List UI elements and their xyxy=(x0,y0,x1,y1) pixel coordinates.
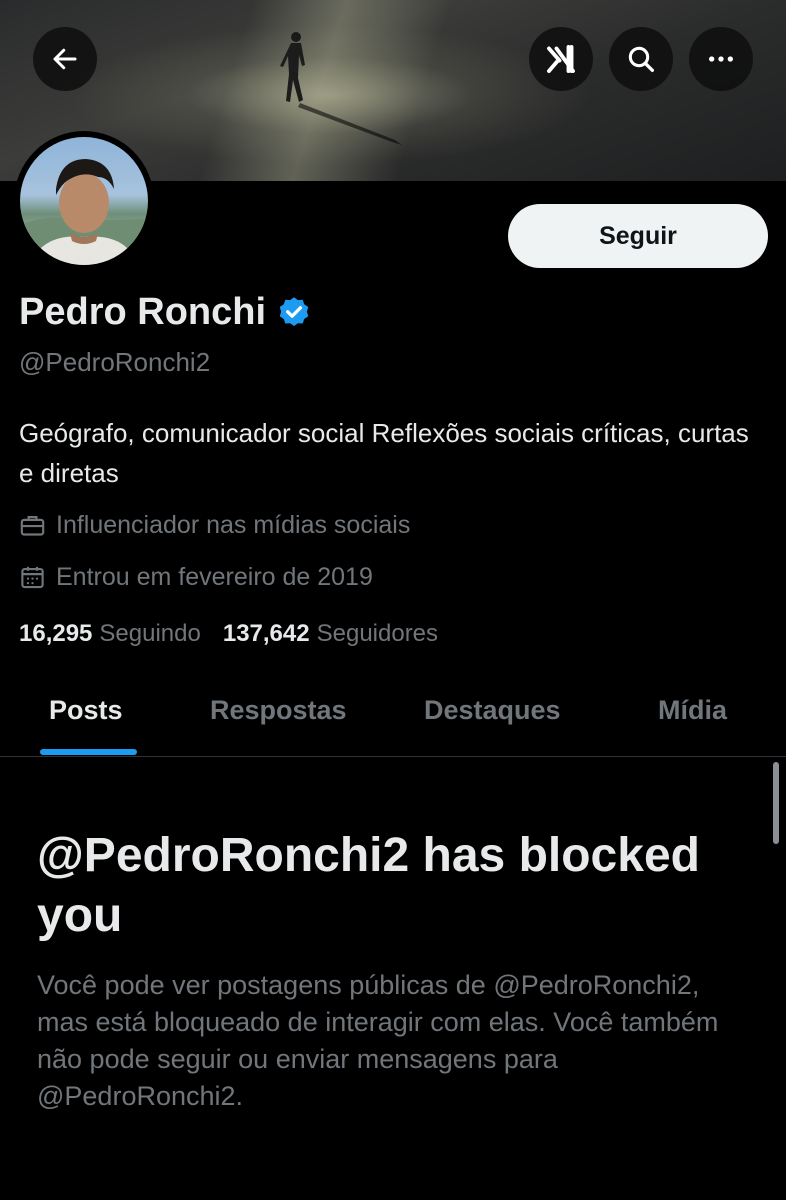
more-horizontal-icon xyxy=(709,56,733,62)
joined-label: Entrou em fevereiro de 2019 xyxy=(56,563,373,591)
more-button[interactable] xyxy=(689,27,753,91)
arrow-left-icon xyxy=(53,48,77,70)
followers-link[interactable]: 137,642 Seguidores xyxy=(223,620,438,648)
blocked-description: Você pode ver postagens públicas de @Ped… xyxy=(37,970,719,1111)
avatar-photo xyxy=(20,137,148,265)
grok-button[interactable] xyxy=(529,27,593,91)
display-name: Pedro Ronchi xyxy=(19,291,267,333)
profile-bio: Geógrafo, comunicador social Reflexões s… xyxy=(19,418,749,488)
back-button[interactable] xyxy=(33,27,97,91)
profile-handle: @PedroRonchi2 xyxy=(19,347,211,377)
tab-media[interactable]: Mídia xyxy=(658,695,727,726)
profile-category: Influenciador nas mídias sociais xyxy=(19,511,410,540)
search-button[interactable] xyxy=(609,27,673,91)
profile-name: Pedro Ronchi xyxy=(19,291,312,334)
followers-count: 137,642 xyxy=(222,620,310,647)
scrollbar[interactable] xyxy=(773,762,779,844)
follow-button[interactable]: Seguir xyxy=(508,204,768,268)
briefcase-icon xyxy=(20,515,45,536)
profile-avatar[interactable] xyxy=(14,131,154,271)
following-link[interactable]: 16,295 Seguindo xyxy=(19,620,201,648)
tabs-divider xyxy=(0,756,786,757)
followers-label: Seguidores xyxy=(316,620,439,647)
profile-stats: 16,295 Seguindo 137,642 Seguidores xyxy=(19,620,438,648)
category-label: Influenciador nas mídias sociais xyxy=(56,511,411,539)
verified-badge-icon[interactable] xyxy=(276,295,312,331)
calendar-icon xyxy=(21,566,44,589)
profile-joined: Entrou em fevereiro de 2019 xyxy=(19,563,373,592)
search-icon xyxy=(628,46,654,72)
tab-posts[interactable]: Posts xyxy=(49,695,123,726)
following-count: 16,295 xyxy=(19,620,93,647)
blocked-title: @PedroRonchi2 has blocked you xyxy=(37,829,700,942)
grok-icon xyxy=(547,45,575,73)
active-tab-indicator xyxy=(40,749,137,755)
tab-highlights[interactable]: Destaques xyxy=(424,695,561,726)
tab-replies[interactable]: Respostas xyxy=(210,695,347,726)
following-label: Seguindo xyxy=(99,620,201,647)
